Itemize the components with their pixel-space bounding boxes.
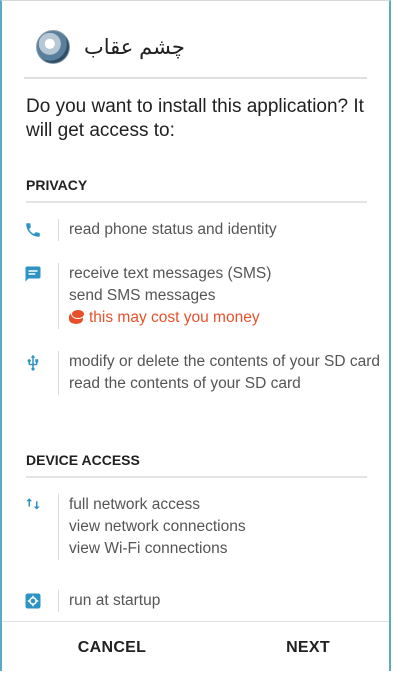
install-dialog: چشم عقاب Do you want to install this app… — [0, 0, 391, 671]
dialog-footer: CANCEL NEXT — [2, 621, 389, 674]
permission-line: view Wi-Fi connections — [69, 540, 228, 557]
cancel-button[interactable]: CANCEL — [62, 622, 162, 674]
install-question: Do you want to install this application?… — [26, 96, 364, 141]
permission-line: modify or delete the contents of your SD… — [69, 353, 381, 370]
permission-group-phone: read phone status and identity — [24, 219, 381, 241]
section-title-privacy: PRIVACY — [26, 177, 367, 203]
message-icon — [24, 265, 44, 285]
phone-icon — [24, 221, 44, 241]
permission-line: receive text messages (SMS) — [69, 265, 272, 282]
permission-group-startup: run at startup — [24, 590, 381, 612]
permission-line: read the contents of your SD card — [69, 375, 301, 392]
startup-gear-icon — [24, 592, 44, 612]
permission-line: run at startup — [69, 592, 161, 609]
coins-warning-icon — [69, 309, 85, 324]
permission-group-network: full network access view network connect… — [24, 494, 381, 560]
app-name: چشم عقاب — [84, 35, 185, 59]
next-button[interactable]: NEXT — [268, 622, 348, 674]
cost-warning: this may cost you money — [69, 307, 381, 329]
permission-group-storage: modify or delete the contents of your SD… — [24, 351, 381, 395]
dialog-header: چشم عقاب — [24, 17, 367, 79]
permission-line: read phone status and identity — [69, 221, 277, 238]
cost-warning-text: this may cost you money — [89, 309, 260, 326]
network-arrows-icon — [24, 496, 44, 516]
section-title-device-access: DEVICE ACCESS — [26, 452, 367, 478]
permission-line: view network connections — [69, 518, 246, 535]
permission-line: full network access — [69, 496, 200, 513]
permission-group-sms: receive text messages (SMS) send SMS mes… — [24, 263, 381, 329]
usb-icon — [24, 353, 44, 373]
app-logo-icon — [36, 30, 70, 64]
permission-line: send SMS messages — [69, 287, 216, 304]
